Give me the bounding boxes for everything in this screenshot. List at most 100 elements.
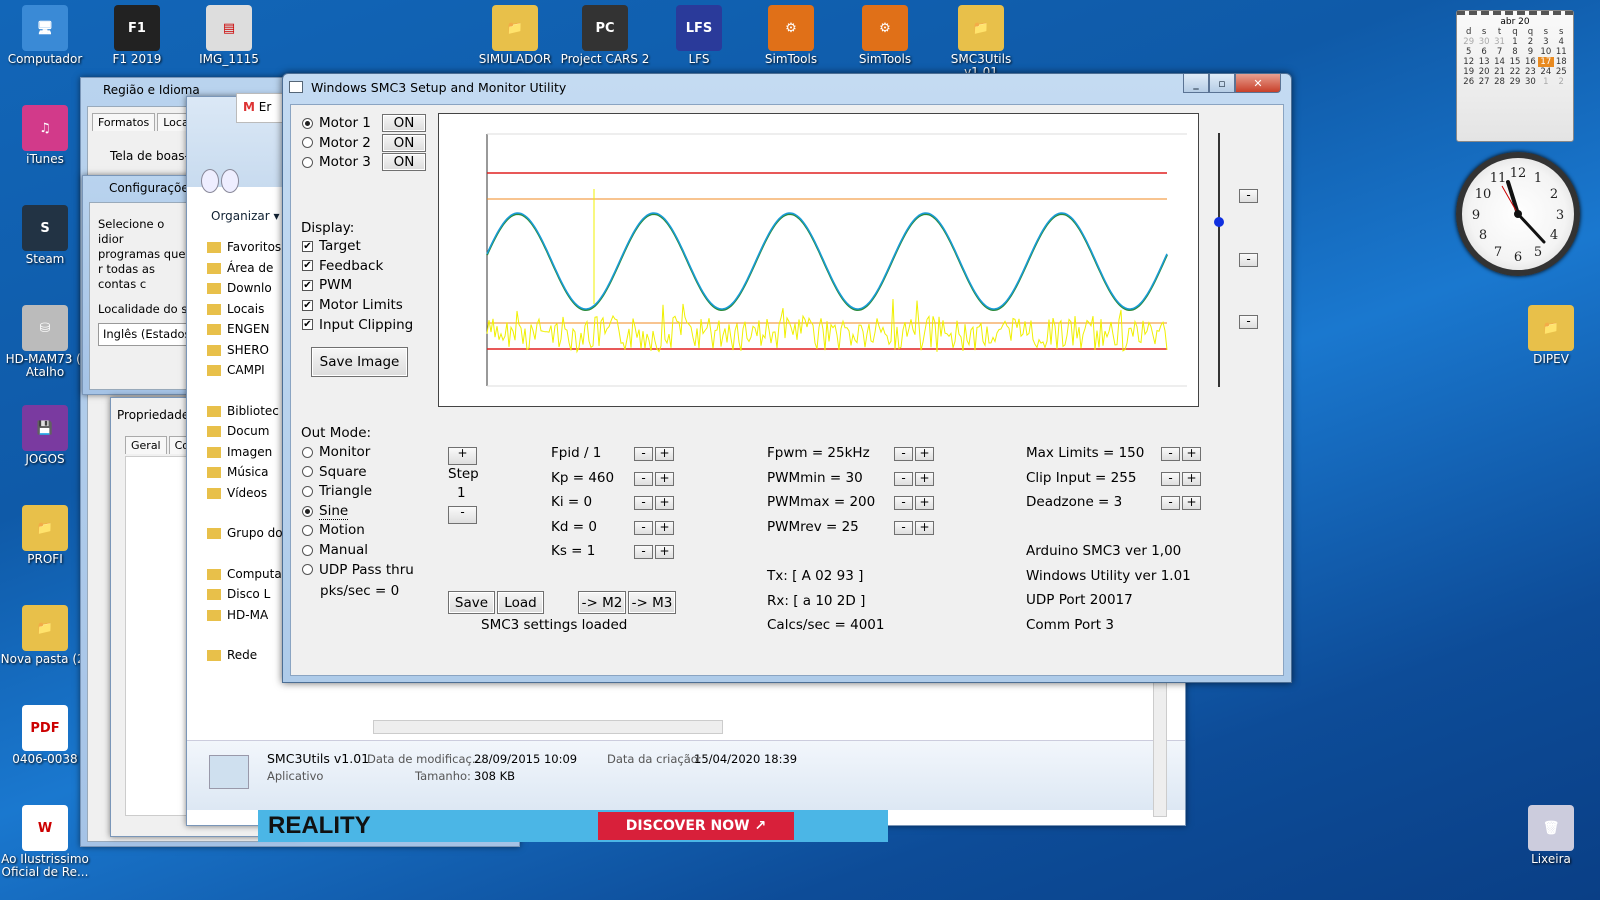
calendar-day[interactable]: 2 [1554, 77, 1569, 87]
calendar-day[interactable]: 29 [1507, 77, 1522, 87]
desktop-icon[interactable]: PC Project CARS 2 [560, 5, 650, 66]
desktop-icon[interactable]: F1 F1 2019 [92, 5, 182, 66]
nav-item[interactable]: Área de [207, 258, 283, 279]
maximize-button[interactable]: ▫ [1209, 74, 1235, 93]
nav-item[interactable]: Favoritos [207, 237, 283, 258]
nav-item[interactable]: Locais [207, 299, 283, 320]
calendar-gadget[interactable]: abr 20 d s t q q s s 29 30 31 1 2 3 4 5 6 7 8 9 10 11 12 13 14 1… [1456, 10, 1574, 142]
desktop-icon[interactable]: 💾 JOGOS [0, 405, 90, 466]
calendar-day[interactable]: 31 [1492, 37, 1507, 47]
minimize-button[interactable]: _ [1183, 74, 1209, 93]
nav-item[interactable]: Rede [207, 645, 283, 666]
desktop-icon[interactable]: 📁 SIMULADOR [470, 5, 560, 66]
close-button[interactable]: ✕ [1235, 74, 1281, 93]
calendar-day[interactable]: 10 [1538, 47, 1553, 57]
param-minus-button[interactable]: - [894, 447, 913, 461]
save-button[interactable]: Save [448, 591, 495, 614]
calendar-day[interactable]: 28 [1492, 77, 1507, 87]
param-plus-button[interactable]: + [915, 520, 934, 535]
scale-btn-2[interactable]: - [1239, 253, 1258, 267]
nav-item[interactable]: Computa [207, 564, 283, 585]
calendar-day[interactable]: 21 [1492, 67, 1507, 77]
position-slider[interactable] [1218, 133, 1220, 387]
discover-button[interactable]: DISCOVER NOW ↗ [598, 812, 794, 840]
param-plus-button[interactable]: + [1182, 471, 1201, 486]
calendar-day[interactable]: 29 [1461, 37, 1476, 47]
motor-on-button[interactable]: ON [382, 133, 426, 152]
out-mode-radio[interactable]: Motion [302, 522, 365, 538]
calendar-day[interactable]: 7 [1492, 47, 1507, 57]
out-mode-radio[interactable]: Triangle [302, 483, 372, 499]
calendar-day[interactable]: 26 [1461, 77, 1476, 87]
scale-btn-3[interactable]: - [1239, 315, 1258, 329]
motor-radio[interactable]: Motor 2 [302, 135, 371, 151]
desktop-icon[interactable]: LFS LFS [654, 5, 744, 66]
calendar-day[interactable]: 15 [1507, 57, 1522, 67]
desktop-icon[interactable]: ⛁ HD-MAM73 (I Atalho [0, 305, 90, 379]
nav-item[interactable]: Música [207, 462, 283, 483]
param-plus-button[interactable]: + [915, 447, 934, 461]
forward-button[interactable] [221, 169, 239, 193]
desktop-icon[interactable]: S Steam [0, 205, 90, 266]
regiao-tab[interactable]: Formatos [92, 113, 156, 131]
calendar-day[interactable]: 11 [1554, 47, 1569, 57]
nav-item[interactable]: CAMPI [207, 360, 283, 381]
nav-item[interactable]: ENGEN [207, 319, 283, 340]
nav-item[interactable]: SHERO [207, 340, 283, 361]
calendar-day[interactable]: 9 [1523, 47, 1538, 57]
calendar-day[interactable]: 1 [1507, 37, 1522, 47]
desktop-icon[interactable]: ⚙ SimTools [746, 5, 836, 66]
param-plus-button[interactable]: + [915, 496, 934, 510]
smc3-window[interactable]: Windows SMC3 Setup and Monitor Utility _… [282, 73, 1292, 683]
calendar-day[interactable]: 27 [1476, 77, 1491, 87]
param-plus-button[interactable]: + [915, 471, 934, 486]
calendar-day[interactable]: 20 [1476, 67, 1491, 77]
param-minus-button[interactable]: - [1161, 471, 1180, 486]
desktop-icon[interactable]: PDF 0406-0038 [0, 705, 90, 766]
calendar-day[interactable]: 18 [1554, 57, 1569, 67]
desktop-icon[interactable]: ⚙ SimTools [840, 5, 930, 66]
nav-item[interactable]: HD-MA [207, 605, 283, 626]
nav-item[interactable]: Vídeos [207, 483, 283, 504]
display-checkbox[interactable]: ✔ Feedback [302, 258, 383, 274]
prop-tab[interactable]: Geral [125, 436, 167, 454]
step-plus-button[interactable]: + [448, 447, 477, 465]
nav-item[interactable]: Disco L [207, 584, 283, 605]
display-checkbox[interactable]: ✔ Motor Limits [302, 297, 403, 313]
calendar-day[interactable]: 23 [1523, 67, 1538, 77]
nav-item[interactable]: Grupo do [207, 523, 283, 544]
param-minus-button[interactable]: - [894, 471, 913, 486]
param-minus-button[interactable]: - [894, 496, 913, 510]
calendar-day[interactable]: 17 [1538, 57, 1554, 67]
load-button[interactable]: Load [497, 591, 544, 614]
scale-btn-1[interactable]: - [1239, 189, 1258, 203]
desktop-icon[interactable]: 📁 PROFI [0, 505, 90, 566]
desktop-icon[interactable]: ▤ IMG_1115 [184, 5, 274, 66]
desktop-icon[interactable]: 📁 SMC3Utils v1.01 [936, 5, 1026, 79]
calendar-day[interactable]: 19 [1461, 67, 1476, 77]
param-minus-button[interactable]: - [1161, 447, 1180, 461]
calendar-day[interactable]: 2 [1523, 37, 1538, 47]
desktop-icon[interactable]: 📁 Nova pasta (2) [0, 605, 90, 666]
calendar-day[interactable]: 16 [1523, 57, 1538, 67]
param-minus-button[interactable]: - [634, 520, 653, 535]
v-scrollbar[interactable] [1153, 677, 1167, 817]
calendar-day[interactable]: 12 [1461, 57, 1476, 67]
h-scrollbar[interactable] [373, 720, 723, 734]
display-checkbox[interactable]: ✔ Input Clipping [302, 317, 413, 333]
out-mode-radio[interactable]: Square [302, 464, 367, 480]
out-mode-radio[interactable]: Sine [302, 503, 349, 520]
param-plus-button[interactable]: + [1182, 447, 1201, 461]
param-minus-button[interactable]: - [894, 520, 913, 535]
save-image-button[interactable]: Save Image [311, 347, 408, 377]
copy-m3-button[interactable]: -> M3 [628, 591, 676, 614]
calendar-day[interactable]: 5 [1461, 47, 1476, 57]
param-minus-button[interactable]: - [634, 471, 653, 486]
out-mode-radio[interactable]: Monitor [302, 444, 370, 460]
calendar-day[interactable]: 4 [1554, 37, 1569, 47]
calendar-day[interactable]: 6 [1476, 47, 1491, 57]
calendar-day[interactable]: 13 [1476, 57, 1491, 67]
nav-item[interactable]: Docum [207, 421, 283, 442]
param-plus-button[interactable]: + [655, 545, 674, 559]
nav-item[interactable]: Imagen [207, 442, 283, 463]
